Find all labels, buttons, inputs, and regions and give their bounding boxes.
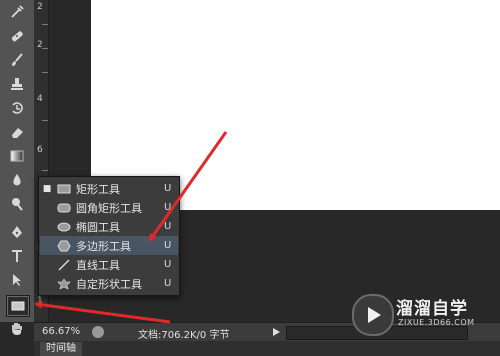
eyedropper-tool[interactable]	[6, 2, 28, 22]
ruler-tick	[42, 170, 48, 171]
ruler-label: 2	[37, 2, 43, 12]
gradient-tool[interactable]	[6, 146, 28, 166]
path-selection-tool[interactable]	[6, 270, 28, 290]
document-info-icon[interactable]	[92, 326, 104, 338]
pen-tool[interactable]	[6, 222, 28, 242]
line-icon	[54, 257, 74, 273]
brush-icon	[12, 53, 23, 66]
menu-item-label: 矩形工具	[76, 182, 120, 196]
dodge-tool[interactable]	[6, 194, 28, 214]
healing-brush-tool[interactable]	[6, 26, 28, 46]
rounded-rectangle-icon	[54, 200, 74, 216]
menu-item-shortcut: U	[164, 183, 172, 194]
gradient-icon	[10, 150, 24, 162]
eraser-icon	[12, 128, 23, 138]
menu-item-rectangle-tool[interactable]: ■ 矩形工具 U	[40, 179, 178, 198]
healing-brush-icon	[11, 31, 23, 42]
rectangle-shape-icon	[54, 181, 74, 197]
menu-item-polygon-tool[interactable]: 多边形工具 U	[40, 236, 178, 255]
rectangle-tool[interactable]	[6, 295, 30, 317]
watermark-logo: 溜溜自学 ZIXUE.3D66.COM	[352, 292, 475, 340]
path-selection-icon	[13, 274, 21, 286]
ruler-tick	[42, 120, 48, 121]
play-logo-icon	[352, 294, 394, 336]
pen-icon	[12, 226, 22, 238]
ruler-tick	[42, 48, 48, 49]
clone-stamp-tool[interactable]	[6, 74, 28, 94]
watermark-title: 溜溜自学	[396, 299, 468, 319]
history-brush-icon	[12, 102, 23, 114]
menu-item-line-tool[interactable]: 直线工具 U	[40, 255, 178, 274]
shape-tools-flyout-menu: ■ 矩形工具 U 圆角矩形工具 U 椭圆工具 U 多边形工具 U 直线工具 U …	[38, 176, 180, 296]
document-size: 文档:706.2K/0 字节	[138, 330, 230, 341]
watermark-subtitle: ZIXUE.3D66.COM	[398, 318, 475, 327]
rectangle-tool-icon	[11, 301, 25, 311]
menu-item-label: 自定形状工具	[76, 277, 142, 291]
ellipse-icon	[54, 219, 74, 235]
menu-item-shortcut: U	[164, 278, 172, 289]
ruler-label: 4	[37, 94, 43, 104]
hand-icon	[12, 323, 22, 335]
ruler-label: 6	[37, 145, 43, 155]
ruler-label: 1	[37, 296, 43, 306]
menu-item-label: 直线工具	[76, 258, 120, 272]
menu-item-label: 椭圆工具	[76, 220, 120, 234]
menu-item-shortcut: U	[164, 202, 172, 213]
tab-timeline[interactable]: 时间轴	[40, 342, 82, 356]
menu-item-shortcut: U	[164, 221, 172, 232]
menu-item-rounded-rectangle-tool[interactable]: 圆角矩形工具 U	[40, 198, 178, 217]
history-brush-tool[interactable]	[6, 98, 28, 118]
brush-tool[interactable]	[6, 50, 28, 70]
ruler-label: 2	[37, 40, 43, 50]
custom-shape-icon	[54, 276, 74, 292]
menu-item-shortcut: U	[164, 259, 172, 270]
type-icon	[12, 250, 22, 262]
menu-item-ellipse-tool[interactable]: 椭圆工具 U	[40, 217, 178, 236]
hand-tool[interactable]	[6, 318, 28, 338]
clone-stamp-icon	[11, 78, 23, 90]
type-tool[interactable]	[6, 246, 28, 266]
zoom-level[interactable]: 66.67%	[42, 326, 80, 337]
status-menu-arrow-icon[interactable]	[270, 326, 282, 338]
menu-item-custom-shape-tool[interactable]: 自定形状工具 U	[40, 274, 178, 293]
eyedropper-icon	[11, 5, 24, 18]
blur-tool[interactable]	[6, 170, 28, 190]
ruler-tick	[42, 24, 48, 25]
menu-item-shortcut: U	[164, 240, 172, 251]
ruler-tick	[42, 72, 48, 73]
eraser-tool[interactable]	[6, 122, 28, 142]
menu-item-label: 多边形工具	[76, 239, 131, 253]
timeline-panel: 时间轴	[34, 341, 500, 356]
menu-item-label: 圆角矩形工具	[76, 201, 142, 215]
tools-panel	[0, 0, 35, 335]
current-tool-marker: ■	[42, 183, 52, 194]
blur-icon	[13, 174, 21, 186]
polygon-icon	[54, 238, 74, 254]
dodge-icon	[12, 198, 23, 211]
